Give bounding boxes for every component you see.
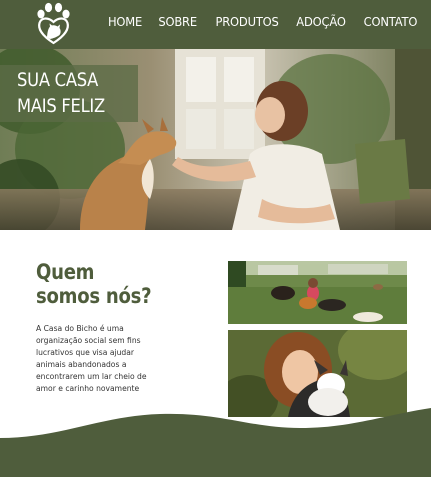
nav-home-link[interactable]: HOME xyxy=(108,14,142,30)
about-heading-line-2: somos nós? xyxy=(36,284,152,308)
site-header: HOME SOBRE PRODUTOS ADOÇÃO CONTATO xyxy=(0,0,431,49)
about-description: A Casa do Bicho é uma organização social… xyxy=(36,324,147,393)
logo-heart-paw-icon[interactable] xyxy=(31,1,77,47)
nav-produtos-link[interactable]: PRODUTOS xyxy=(216,14,279,30)
hero-title-line-2: MAIS FELIZ xyxy=(17,95,105,117)
hero-banner: SUA CASA MAIS FELIZ xyxy=(0,49,431,230)
hero-title: SUA CASA MAIS FELIZ xyxy=(17,67,129,119)
nav-contato-link[interactable]: CONTATO xyxy=(363,14,417,30)
about-heading-line-1: Quem xyxy=(36,260,95,284)
hero-title-line-1: SUA CASA xyxy=(17,69,99,91)
main-nav: HOME SOBRE PRODUTOS ADOÇÃO CONTATO xyxy=(92,14,417,30)
photo-woman-with-dogs-on-grass xyxy=(228,261,407,324)
footer-wave xyxy=(0,408,431,477)
nav-adocao-link[interactable]: ADOÇÃO xyxy=(296,14,346,30)
about-heading: Quem somos nós? xyxy=(36,260,174,308)
nav-sobre-link[interactable]: SOBRE xyxy=(159,14,198,30)
